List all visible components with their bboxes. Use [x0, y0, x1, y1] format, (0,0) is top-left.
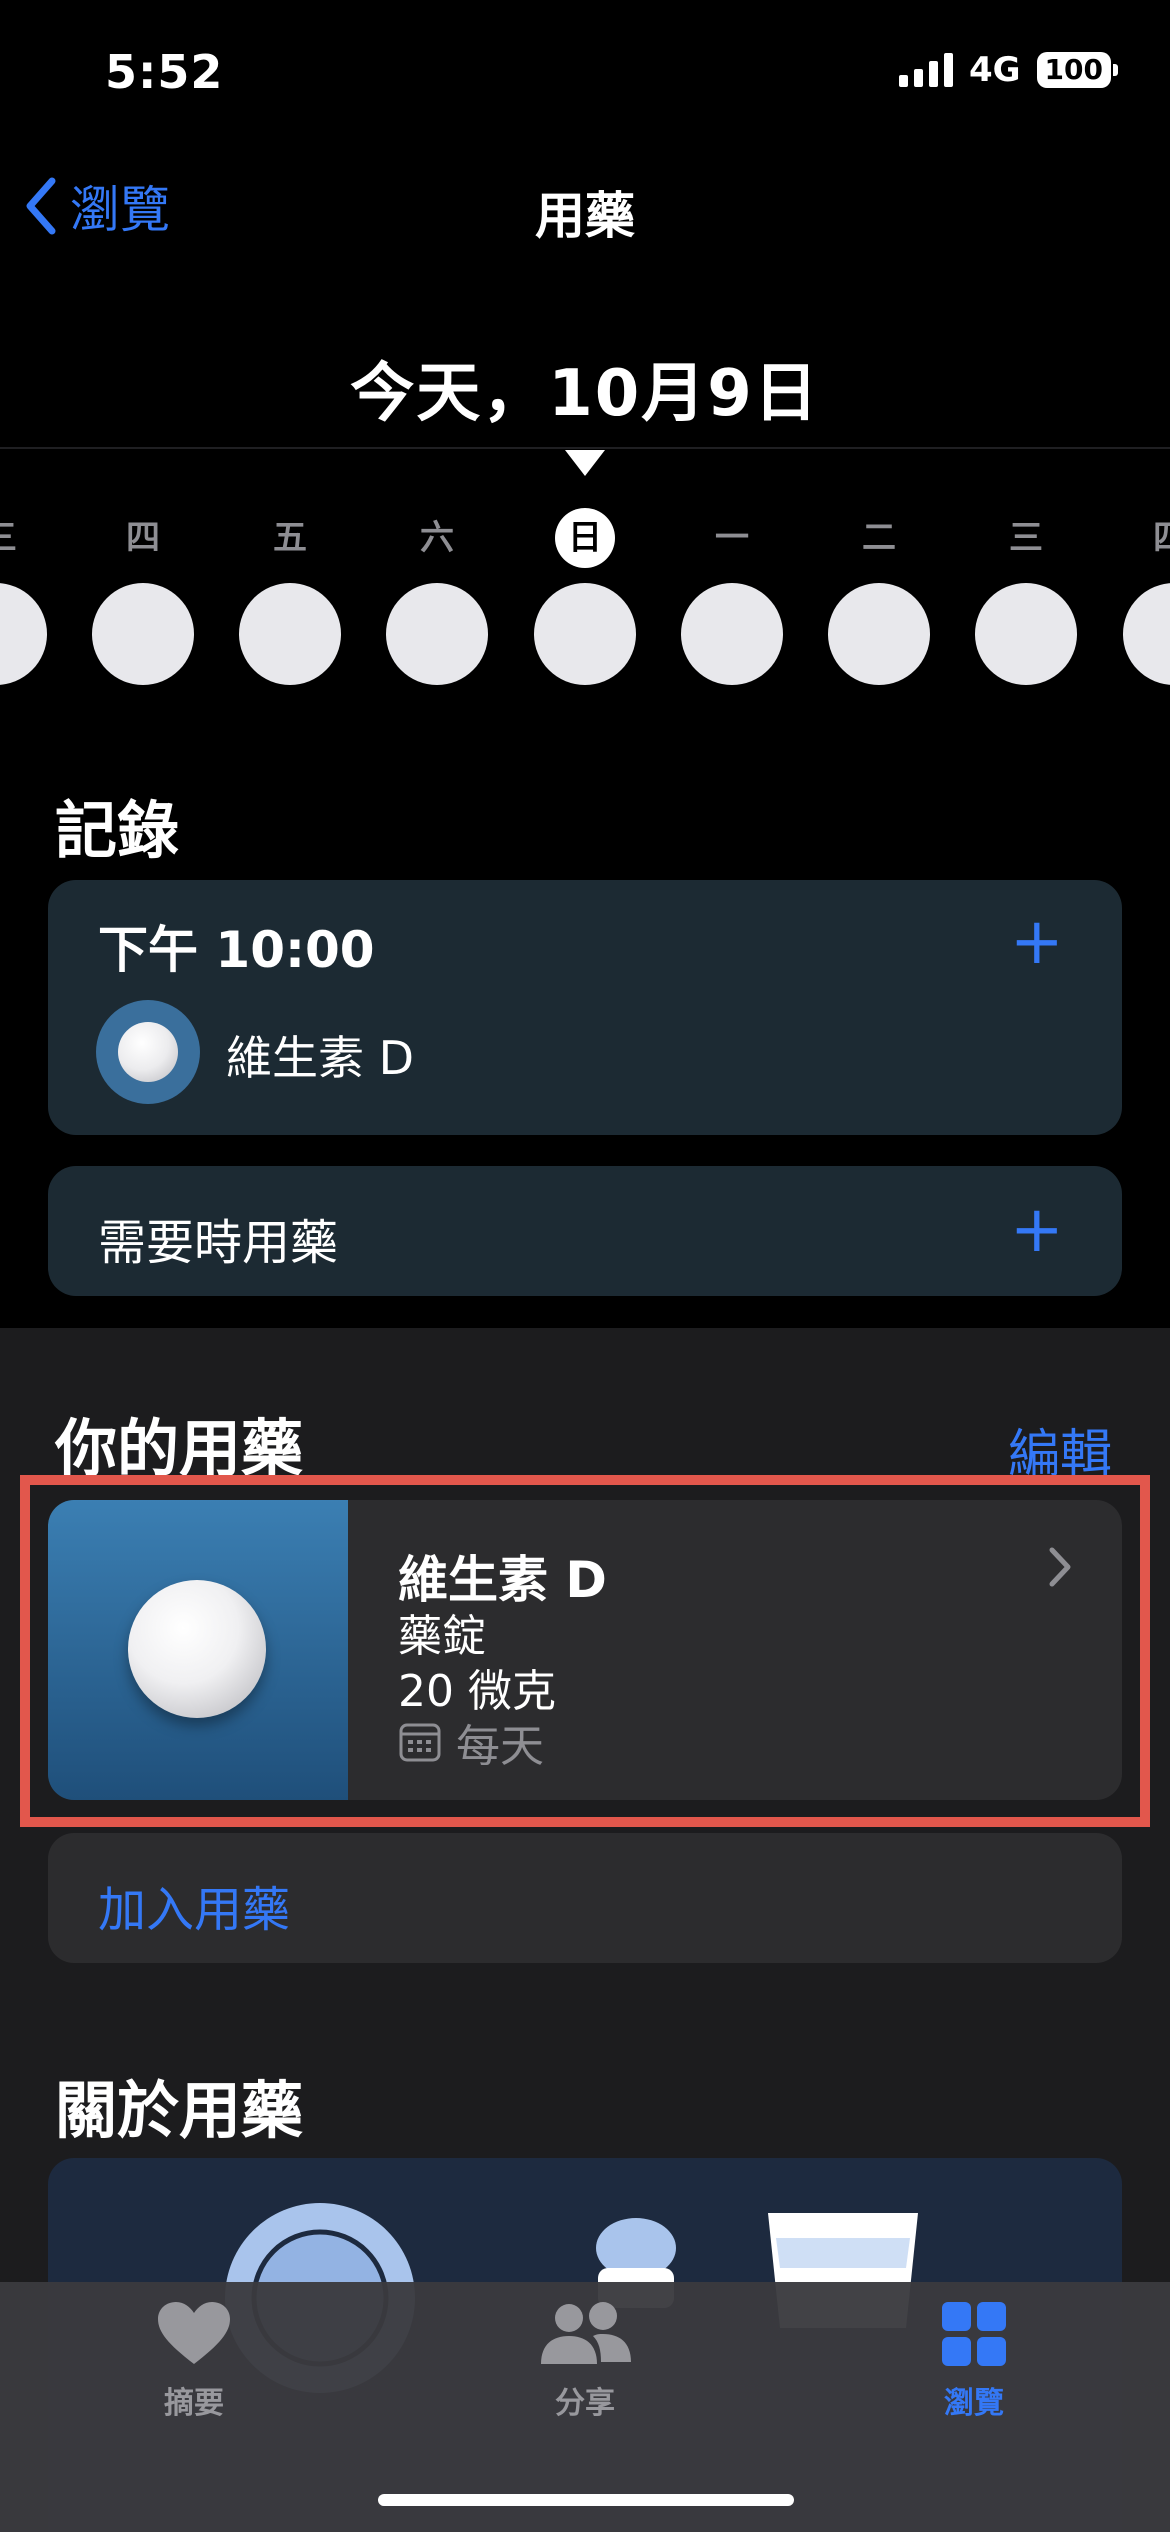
- tab-browse[interactable]: 瀏覽: [854, 2300, 1094, 2422]
- dose-medication-name: 維生素 D: [226, 1031, 415, 1085]
- status-time: 5:52: [105, 45, 224, 99]
- grid-icon: [942, 2302, 1006, 2366]
- weekday-label[interactable]: 三: [996, 508, 1056, 568]
- tab-label: 摘要: [164, 2386, 224, 2421]
- day-progress-circle[interactable]: [386, 583, 488, 685]
- pill-icon: [118, 1022, 178, 1082]
- weekday-label[interactable]: 六: [407, 508, 467, 568]
- day-progress-circle[interactable]: [92, 583, 194, 685]
- day-progress-circle[interactable]: [239, 583, 341, 685]
- dose-time: 下午 10:00: [98, 921, 375, 979]
- as-needed-card[interactable]: 需要時用藥 +: [48, 1166, 1122, 1296]
- day-progress-circle[interactable]: [828, 583, 930, 685]
- weekday-label[interactable]: 四: [1140, 508, 1170, 568]
- weekday-label-active[interactable]: 日: [555, 508, 615, 568]
- day-progress-circle[interactable]: [681, 583, 783, 685]
- add-medication-label: 加入用藥: [98, 1882, 291, 1938]
- add-as-needed-icon[interactable]: +: [1010, 1198, 1064, 1262]
- network-type: 4G: [968, 50, 1021, 90]
- add-medication-button[interactable]: 加入用藥: [48, 1833, 1122, 1963]
- weekday-label[interactable]: 四: [113, 508, 173, 568]
- log-section-title: 記錄: [55, 794, 180, 867]
- tab-label: 分享: [555, 2386, 615, 2421]
- pill-avatar: [96, 1000, 200, 1104]
- add-dose-icon[interactable]: +: [1010, 910, 1064, 974]
- tab-label: 瀏覽: [944, 2386, 1004, 2421]
- scheduled-dose-card[interactable]: 下午 10:00 + 維生素 D: [48, 880, 1122, 1135]
- day-progress-circle[interactable]: [0, 583, 47, 685]
- as-needed-label: 需要時用藥: [98, 1215, 339, 1271]
- weekday-label[interactable]: 三: [0, 508, 30, 568]
- divider: [0, 447, 1170, 449]
- day-progress-circle[interactable]: [534, 583, 636, 685]
- people-icon: [541, 2302, 631, 2364]
- date-title: 今天，10月9日: [350, 357, 820, 431]
- tab-summary[interactable]: 摘要: [74, 2300, 314, 2422]
- tab-sharing[interactable]: 分享: [465, 2300, 705, 2422]
- day-progress-circle[interactable]: [975, 583, 1077, 685]
- page-title: 用藥: [535, 187, 635, 245]
- home-indicator[interactable]: [378, 2494, 794, 2506]
- battery-level: 100: [1036, 52, 1111, 88]
- cellular-signal-icon: [898, 53, 953, 87]
- weekday-label[interactable]: 五: [260, 508, 320, 568]
- about-section-title: 關於用藥: [55, 2074, 304, 2147]
- day-progress-circle[interactable]: [1123, 583, 1170, 685]
- weekday-label[interactable]: 一: [702, 508, 762, 568]
- highlight-box: [20, 1475, 1150, 1827]
- heart-icon: [158, 2302, 230, 2364]
- status-indicators: 4G 100: [898, 50, 1118, 90]
- weekday-label[interactable]: 二: [849, 508, 909, 568]
- battery-icon: 100: [1036, 52, 1118, 88]
- current-day-pointer: [565, 450, 605, 476]
